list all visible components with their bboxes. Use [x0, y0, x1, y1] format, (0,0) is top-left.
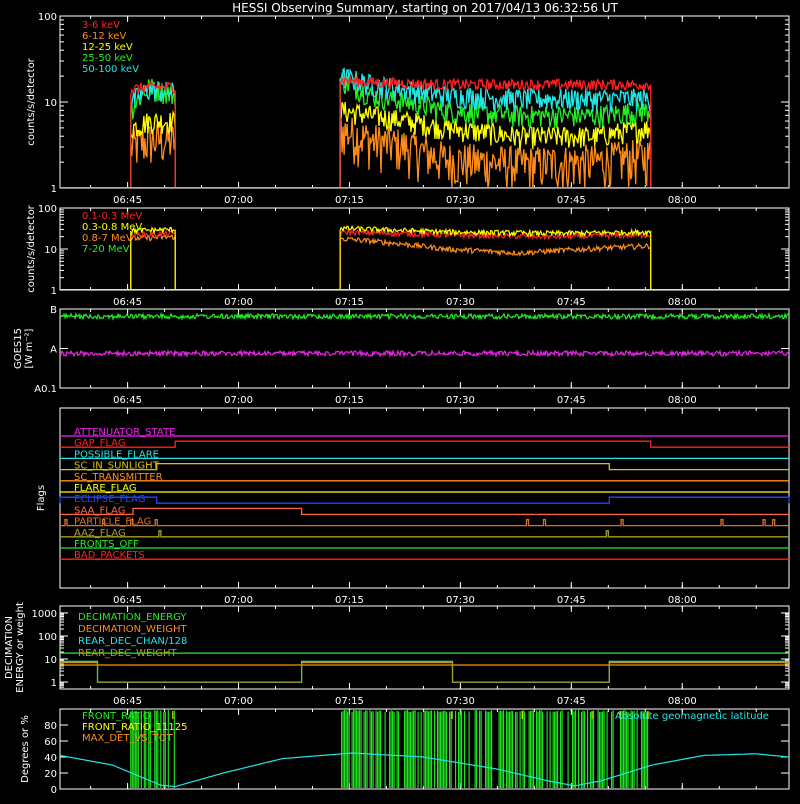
- highE-x-tick-label: 08:00: [668, 297, 697, 308]
- flags-x-tick-label: 07:15: [335, 595, 364, 606]
- goes-x-tick-label: 08:00: [668, 395, 697, 406]
- highE-x-tick-label: 07:00: [224, 297, 253, 308]
- flags-x-tick-label: 07:30: [446, 595, 475, 606]
- decimation-x-tick-label: 07:45: [557, 696, 586, 707]
- flags-flag-label: GAP_FLAG: [74, 438, 126, 449]
- flags-flag-label: ECLIPSE_FLAG: [74, 494, 145, 505]
- highE-legend-0.3-0.8-MeV: 0.3-0.8 MeV: [82, 222, 142, 233]
- highE-x-tick-label: 07:30: [446, 297, 475, 308]
- ratios-legend-max-det-vs-tot: MAX_DET_VS_TOT: [82, 733, 174, 744]
- flags-x-tick-label: 07:00: [224, 595, 253, 606]
- lowE-legend-3-6-keV: 3-6 keV: [82, 20, 120, 31]
- lowE-x-tick-label: 07:30: [446, 195, 475, 206]
- hessi-summary-figure: HESSI Observing Summary, starting on 201…: [0, 0, 800, 800]
- goes-x-tick-label: 07:30: [446, 395, 475, 406]
- flags-flag-label: SAA_FLAG: [74, 505, 125, 516]
- decimation-y-tick-label: 100: [38, 632, 57, 643]
- goes-y-axis-unit: [W m⁻²]: [24, 328, 35, 368]
- decimation-x-tick-label: 07:30: [446, 696, 475, 707]
- figure-canvas: HESSI Observing Summary, starting on 201…: [0, 0, 800, 800]
- decimation-y-tick-label: 1: [51, 678, 57, 689]
- lowE-x-tick-label: 08:00: [668, 195, 697, 206]
- lowE-x-tick-label: 07:00: [224, 195, 253, 206]
- flags-flag-label: FRONTS_OFF: [74, 539, 139, 550]
- goes-y-tick-label: A0.1: [34, 384, 57, 395]
- highE-y-tick-label: 100: [38, 204, 57, 215]
- goes-x-tick-label: 07:00: [224, 395, 253, 406]
- ratios-legend-front-ratio: FRONT_RATIO: [82, 711, 151, 722]
- goes-x-tick-label: 06:45: [113, 395, 142, 406]
- ratios-y-axis-label: Degrees or %: [20, 715, 31, 783]
- decimation-legend-REAR_DEC_WEIGHT: REAR_DEC_WEIGHT: [78, 648, 177, 659]
- lowE-x-tick-label: 07:15: [335, 195, 364, 206]
- flags-x-tick-label: 08:00: [668, 595, 697, 606]
- ratios-latitude-annotation: Absolute geomagnetic latitude: [615, 711, 769, 722]
- lowE-y-tick-label: 10: [44, 98, 57, 109]
- ratios-legend-front-ratio-1125: FRONT_RATIO_11125: [82, 722, 188, 733]
- flags-flag-label: ATTENUATOR_STATE: [74, 427, 175, 438]
- ratios-y-tick-label: 60: [44, 737, 57, 748]
- highE-x-tick-label: 07:15: [335, 297, 364, 308]
- highE-legend-0.8-7-MeV: 0.8-7 MeV: [82, 233, 133, 244]
- ratios-y-tick-label: 0: [51, 785, 57, 796]
- highE-legend-0.1-0.3-MeV: 0.1-0.3 MeV: [82, 211, 142, 222]
- highE-y-axis-label: counts/s/detector: [26, 204, 37, 292]
- flags-flag-label: BAD_PACKETS: [74, 550, 145, 561]
- highE-legend-7-20-MeV: 7-20 MeV: [82, 244, 130, 255]
- decimation-x-tick-label: 07:00: [224, 696, 253, 707]
- highE-x-tick-label: 07:45: [557, 297, 586, 308]
- decimation-legend-DECIMATION_WEIGHT: DECIMATION_WEIGHT: [78, 624, 187, 635]
- highE-y-tick-label: 10: [44, 245, 57, 256]
- goes-x-tick-label: 07:45: [557, 395, 586, 406]
- flags-flag-label: FLARE_FLAG: [74, 483, 137, 494]
- lowE-x-tick-label: 07:45: [557, 195, 586, 206]
- lowE-y-tick-label: 100: [38, 12, 57, 23]
- flags-flag-label: AAZ_FLAG: [74, 528, 126, 539]
- flags-flag-label: PARTICLE_FLAG: [74, 517, 151, 528]
- figure-title: HESSI Observing Summary, starting on 201…: [232, 1, 618, 15]
- decimation-legend-DECIMATION_ENERGY: DECIMATION_ENERGY: [78, 612, 187, 623]
- decimation-y-tick-label: 1000: [32, 609, 57, 620]
- highE-x-tick-label: 06:45: [113, 297, 142, 308]
- decimation-y-axis-label: DECIMATION: [4, 616, 15, 679]
- lowE-legend-12-25-keV: 12-25 keV: [82, 42, 133, 53]
- goes-y-tick-label: A: [50, 345, 57, 356]
- lowE-x-tick-label: 06:45: [113, 195, 142, 206]
- ratios-y-tick-label: 80: [44, 721, 57, 732]
- decimation-x-tick-label: 08:00: [668, 696, 697, 707]
- lowE-legend-6-12-keV: 6-12 keV: [82, 31, 126, 42]
- decimation-y-tick-label: 10: [44, 655, 57, 666]
- goes-y-axis-label: GOES15: [13, 328, 24, 369]
- goes-x-tick-label: 07:15: [335, 395, 364, 406]
- lowE-y-axis-label: counts/s/detector: [26, 57, 37, 145]
- flags-flag-label: POSSIBLE_FLARE: [74, 449, 159, 460]
- goes-y-tick-label: B: [50, 305, 57, 316]
- lowE-y-tick-label: 1: [51, 184, 57, 195]
- ratios-y-tick-label: 20: [44, 769, 57, 780]
- flags-x-tick-label: 07:45: [557, 595, 586, 606]
- decimation-y-axis-label-2: ENERGY or weight: [15, 602, 26, 693]
- flags-y-axis-label: Flags: [36, 485, 47, 511]
- flags-flag-label: SC_IN_SUNLIGHT: [74, 461, 160, 472]
- flags-flag-label: SC_TRANSMITTER: [74, 472, 163, 483]
- decimation-x-tick-label: 07:15: [335, 696, 364, 707]
- highE-y-tick-label: 1: [51, 286, 57, 297]
- decimation-legend-REAR_DEC_CHAN/128: REAR_DEC_CHAN/128: [78, 636, 187, 647]
- lowE-legend-25-50-keV: 25-50 keV: [82, 53, 133, 64]
- decimation-x-tick-label: 06:45: [113, 696, 142, 707]
- ratios-y-tick-label: 40: [44, 753, 57, 764]
- flags-x-tick-label: 06:45: [113, 595, 142, 606]
- lowE-legend-50-100-keV: 50-100 keV: [82, 64, 139, 75]
